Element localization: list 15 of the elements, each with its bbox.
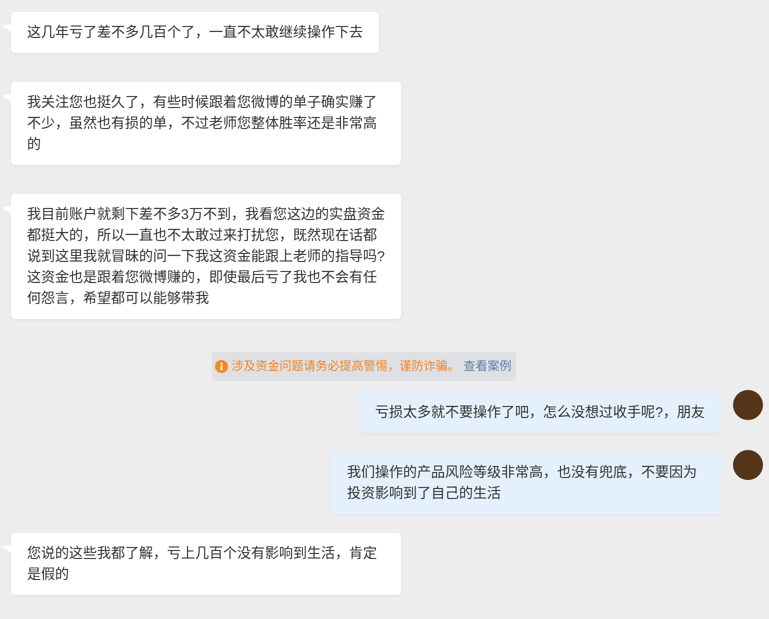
message-bubble: 我关注您也挺久了，有些时候跟着您微博的单子确实赚了不少，虽然也有损的单，不过老师您整体胜率还是非常高的	[11, 82, 401, 165]
info-icon	[214, 360, 228, 373]
avatar-icon	[733, 390, 763, 420]
message-bubble: 这几年亏了差不多几百个了，一直不太敢继续操作下去	[11, 12, 379, 53]
message-bubble: 亏损太多就不要操作了吧，怎么没想过收手呢?，朋友	[359, 392, 721, 433]
bubble-tail-icon	[2, 94, 11, 102]
avatar-icon	[733, 450, 763, 480]
view-cases-link[interactable]: 查看案例	[464, 356, 512, 377]
bubble-tail-icon	[2, 206, 11, 214]
bubble-tail-icon	[2, 545, 11, 553]
message-bubble: 您说的这些我都了解，亏上几百个没有影响到生活，肯定是假的	[11, 533, 401, 595]
message-bubble: 我们操作的产品风险等级非常高，也没有兜底，不要因为投资影响到了自己的生活	[331, 452, 721, 514]
warning-text: 涉及资金问题请务必提高警惕，谨防诈骗。	[232, 358, 460, 375]
bubble-tail-icon	[2, 24, 11, 32]
message-bubble: 我目前账户就剩下差不多3万不到，我看您这边的实盘资金都挺大的，所以一直也不太敢过来打扰您，既然现在话都说到这里我就冒昧的问一下我这资金能跟上老师的指导吗?这资金也是跟着您微博赚的，即使最后亏了我也不会有任何怨言，希望都可以能够带我	[11, 194, 401, 319]
